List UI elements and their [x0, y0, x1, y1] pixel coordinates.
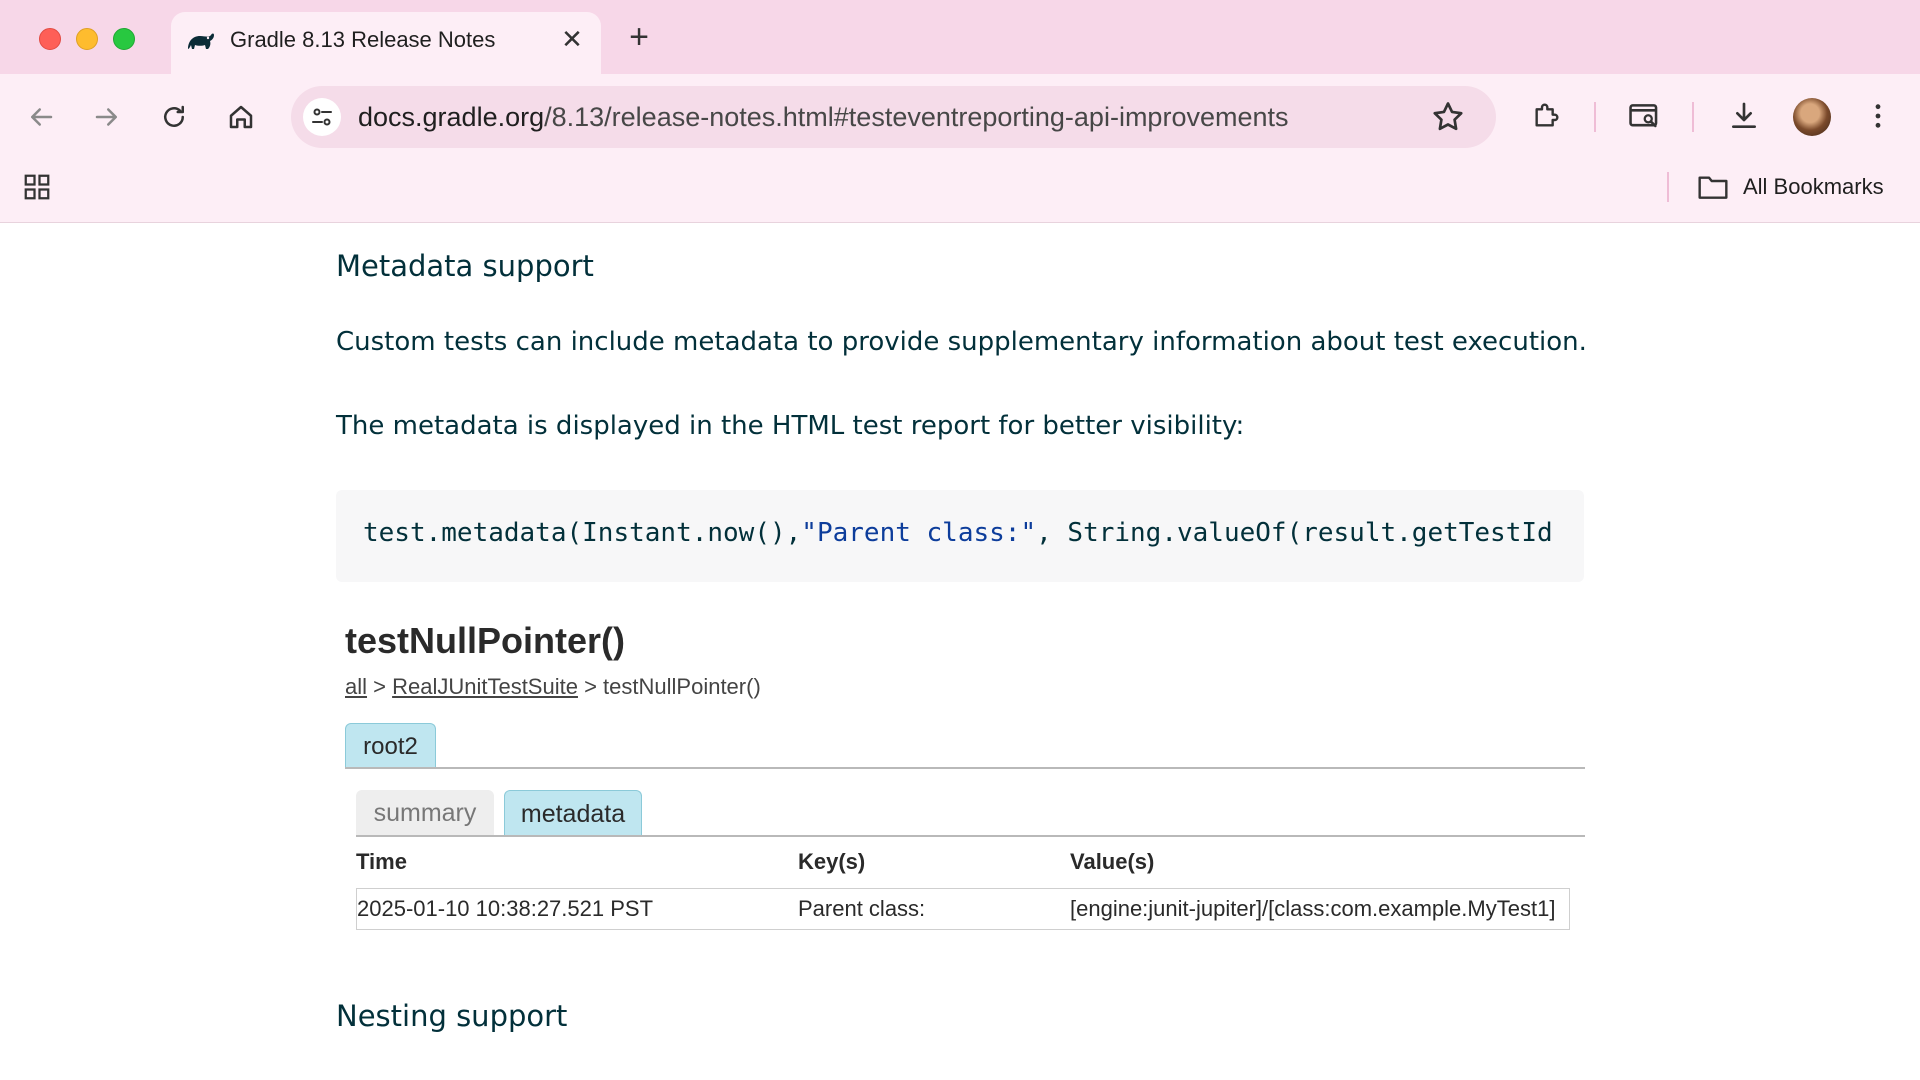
metadata-support-heading: Metadata support	[336, 249, 594, 283]
breadcrumb-all-link[interactable]: all	[345, 674, 367, 699]
column-header-time: Time	[356, 849, 407, 874]
apps-grid-icon[interactable]	[22, 172, 52, 202]
forward-button[interactable]	[88, 98, 126, 136]
page-content: Metadata support Custom tests can includ…	[0, 224, 1920, 1080]
code-line: test.metadata(Instant.now(),"Parent clas…	[363, 518, 1553, 548]
paragraph-metadata-displayed: The metadata is displayed in the HTML te…	[336, 411, 1245, 441]
home-button[interactable]	[222, 98, 260, 136]
tab-gradle-release-notes[interactable]: Gradle 8.13 Release Notes ✕	[171, 12, 601, 74]
close-window-button[interactable]	[39, 28, 61, 50]
paragraph-custom-tests: Custom tests can include metadata to pro…	[336, 327, 1587, 357]
subtab-underline	[356, 835, 1585, 837]
home-icon	[229, 105, 253, 129]
toolbar-separator	[1692, 102, 1694, 132]
cell-key: Parent class:	[798, 896, 926, 921]
bookmark-star-icon[interactable]	[1430, 99, 1466, 135]
url-text[interactable]: docs.gradle.org/8.13/release-notes.html#…	[358, 101, 1289, 133]
code-prefix: test.metadata(Instant.now(),	[363, 518, 802, 548]
folder-icon	[1698, 176, 1728, 199]
all-bookmarks-button[interactable]: All Bookmarks	[1697, 170, 1884, 204]
puzzle-icon	[1535, 103, 1559, 127]
tune-icon	[312, 108, 332, 126]
browser-chrome: Gradle 8.13 Release Notes ✕ + docs.gradl…	[0, 0, 1920, 223]
code-string: "Parent class:"	[801, 518, 1037, 548]
tab-search-icon	[1629, 104, 1658, 128]
nesting-support-heading: Nesting support	[336, 999, 568, 1033]
reload-button[interactable]	[155, 98, 193, 136]
toolbar-separator	[1594, 102, 1596, 132]
tab-strip: Gradle 8.13 Release Notes ✕ +	[0, 0, 1920, 74]
breadcrumb-suite-link[interactable]: RealJUnitTestSuite	[392, 674, 578, 699]
downloads-button[interactable]	[1724, 96, 1764, 136]
tab-search-button[interactable]	[1624, 96, 1664, 136]
back-button[interactable]	[22, 98, 60, 136]
report-title: testNullPointer()	[345, 620, 626, 661]
url-path: /8.13/release-notes.html#testeventreport…	[544, 102, 1289, 132]
more-vert-icon	[1875, 104, 1881, 128]
close-tab-icon[interactable]: ✕	[557, 24, 587, 54]
browser-menu-button[interactable]	[1858, 96, 1898, 136]
cell-time: 2025-01-10 10:38:27.521 PST	[357, 896, 654, 921]
tab-summary[interactable]: summary	[356, 790, 494, 837]
maximize-window-button[interactable]	[113, 28, 135, 50]
breadcrumb-separator: >	[577, 674, 604, 699]
extensions-button[interactable]	[1526, 96, 1566, 136]
arrow-left-icon	[31, 108, 53, 126]
code-block: test.metadata(Instant.now(),"Parent clas…	[336, 490, 1584, 582]
column-header-values: Value(s)	[1070, 849, 1155, 874]
tab-metadata[interactable]: metadata	[504, 790, 642, 837]
all-bookmarks-label: All Bookmarks	[1743, 174, 1884, 199]
url-host: docs.gradle.org	[358, 102, 545, 132]
breadcrumb-separator: >	[367, 674, 393, 699]
minimize-window-button[interactable]	[76, 28, 98, 50]
cell-value: [engine:junit-jupiter]/[class:com.exampl…	[1070, 896, 1556, 921]
site-info-button[interactable]	[303, 98, 341, 136]
new-tab-button[interactable]: +	[622, 20, 656, 54]
breadcrumb-current: testNullPointer()	[603, 674, 761, 699]
profile-avatar[interactable]	[1793, 98, 1831, 136]
tab-root2[interactable]: root2	[345, 723, 436, 769]
report-breadcrumb: all > RealJUnitTestSuite > testNullPoint…	[345, 674, 761, 700]
bookmarks-separator	[1667, 172, 1669, 202]
address-bar[interactable]: docs.gradle.org/8.13/release-notes.html#…	[291, 86, 1496, 148]
tab-title: Gradle 8.13 Release Notes	[230, 27, 496, 52]
column-header-keys: Key(s)	[798, 849, 866, 874]
reload-icon	[164, 105, 184, 127]
code-suffix: , String.valueOf(result.getTestId	[1036, 518, 1553, 548]
root-tab-underline	[345, 767, 1585, 769]
download-icon	[1732, 102, 1756, 128]
gradle-elephant-icon	[188, 33, 214, 49]
arrow-right-icon	[95, 108, 117, 126]
